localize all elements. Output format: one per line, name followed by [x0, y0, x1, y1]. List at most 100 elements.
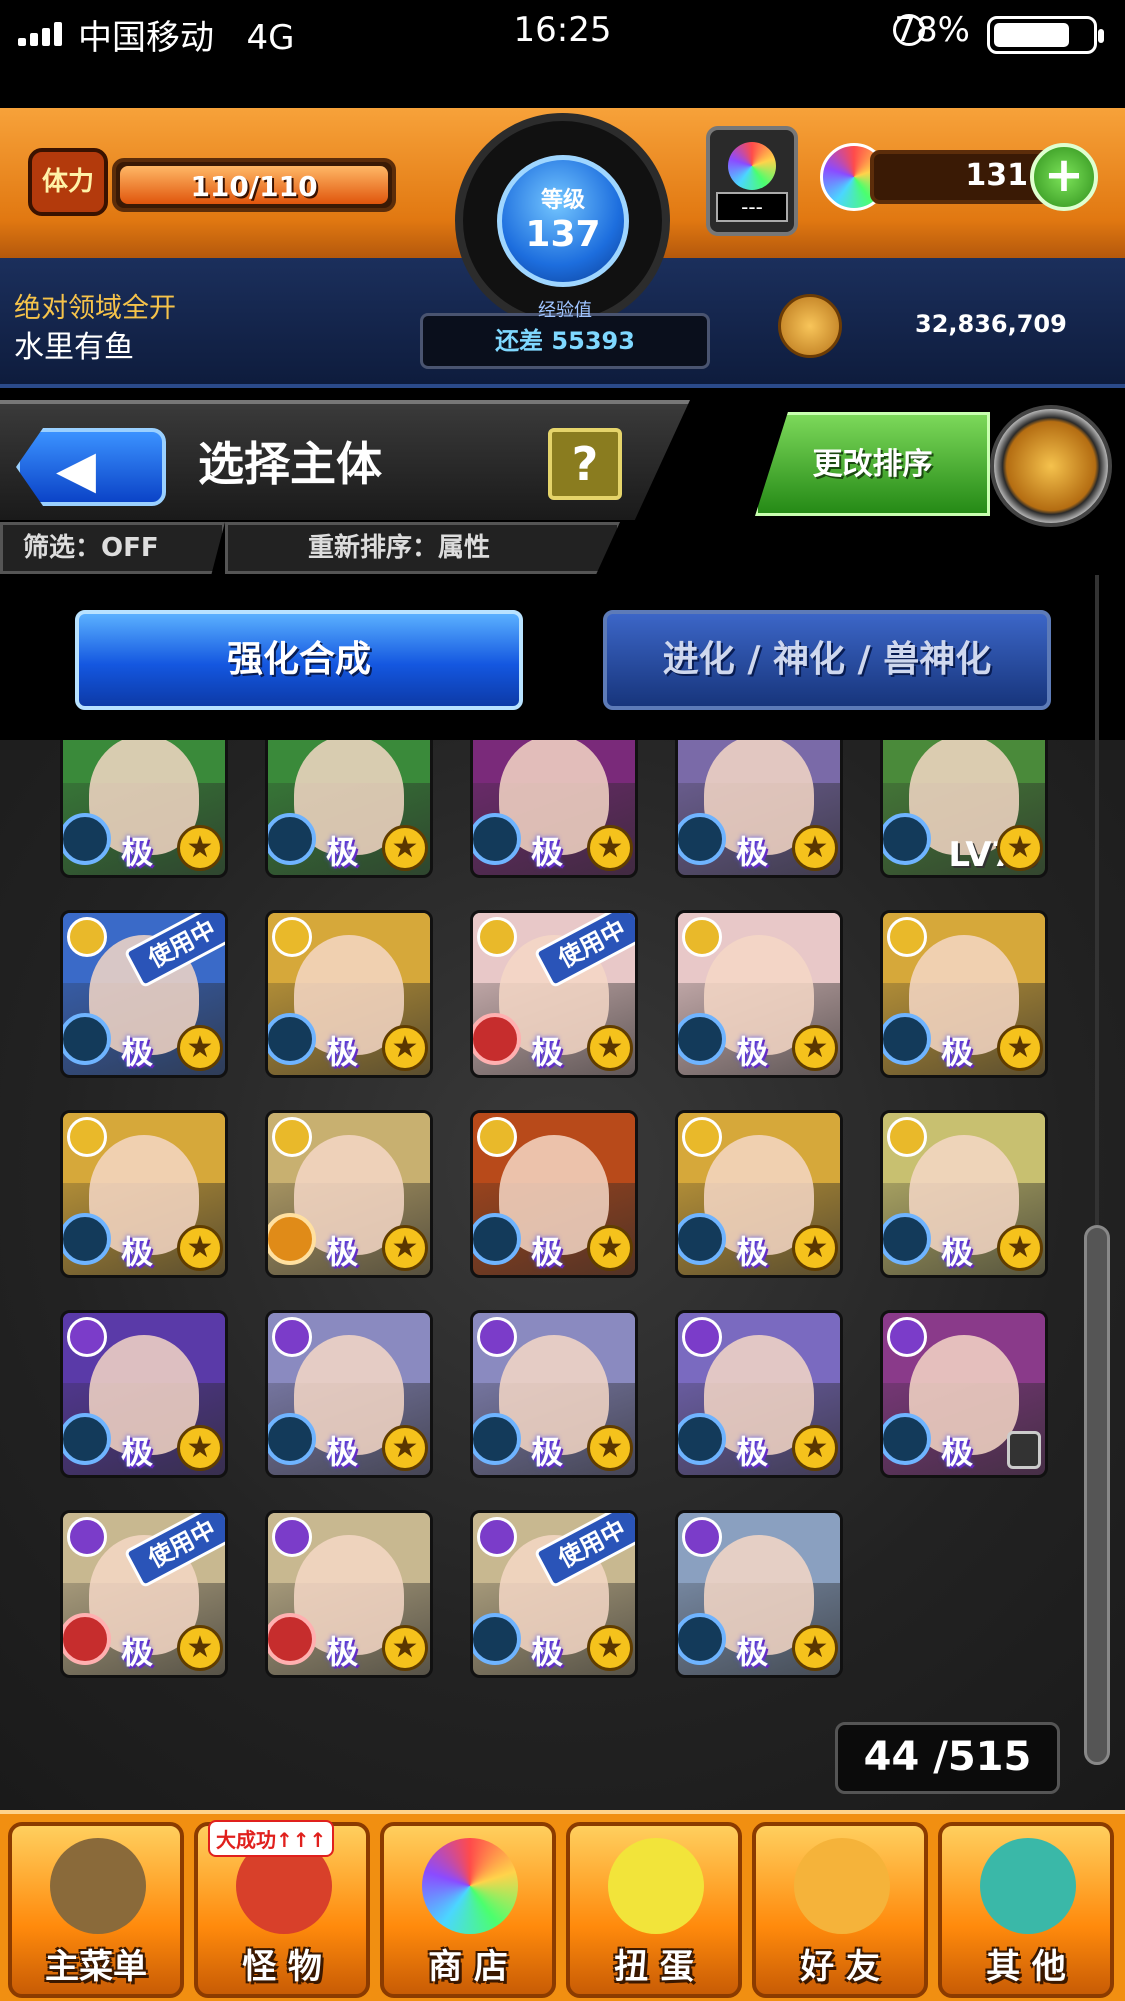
- dark-element-icon: [477, 1317, 517, 1357]
- max-level-label: 极: [531, 1233, 564, 1271]
- monster-card[interactable]: 极 ★: [265, 1110, 433, 1278]
- max-level-label: 极: [736, 1633, 769, 1671]
- exp-box: 经验值 还差 55393: [420, 300, 710, 369]
- sort-order-label[interactable]: 重新排序：属性: [225, 522, 620, 574]
- star-icon: ★: [997, 1025, 1043, 1071]
- max-level-label: 极: [941, 1233, 974, 1271]
- tab-evolution[interactable]: 进化 / 神化 / 兽神化: [603, 610, 1051, 710]
- luck-skill-icon: [678, 1413, 726, 1465]
- change-sort-button[interactable]: 更改排序: [755, 412, 990, 516]
- help-button[interactable]: ?: [548, 428, 622, 500]
- max-level-label: 极: [736, 1233, 769, 1271]
- monster-card[interactable]: 极 ★: [60, 740, 228, 878]
- tab-power-up[interactable]: 强化合成: [75, 610, 523, 710]
- game-header: 体力 110/110 等级 137 经验值 还差 55393 绝对领域全开 水里…: [0, 108, 1125, 388]
- luck-skill-icon: [63, 1613, 111, 1665]
- bottom-nav: 主菜单 怪 物 大成功↑↑↑ 商 店 扭 蛋 好 友 其 他: [0, 1810, 1125, 2001]
- monster-card[interactable]: 极 ★: [675, 1110, 843, 1278]
- monster-card[interactable]: 极 ★ 使用中: [470, 910, 638, 1078]
- status-bar: 中国移动 4G 16:25 78%: [0, 0, 1125, 108]
- luck-skill-icon: [678, 813, 726, 865]
- nav-gate[interactable]: 主菜单: [8, 1822, 184, 1998]
- star-icon: ★: [997, 1225, 1043, 1271]
- luck-skill-icon: [63, 813, 111, 865]
- nav-label: 主菜单: [45, 1947, 147, 1987]
- star-icon: ★: [177, 825, 223, 871]
- luck-skill-icon: [63, 1413, 111, 1465]
- max-level-label: 极: [326, 1433, 359, 1471]
- max-level-label: 极: [531, 833, 564, 871]
- orb-box-icon[interactable]: ---: [706, 126, 798, 236]
- star-icon: ★: [382, 1225, 428, 1271]
- monster-card[interactable]: 极 ★: [470, 1110, 638, 1278]
- dark-element-icon: [887, 1317, 927, 1357]
- star-icon: ★: [177, 1225, 223, 1271]
- friend-icon: [794, 1838, 890, 1934]
- max-level-label: 极: [121, 1433, 154, 1471]
- luck-skill-icon: [268, 1413, 316, 1465]
- star-icon: ★: [587, 1625, 633, 1671]
- star-icon: ★: [587, 1425, 633, 1471]
- nav-label: 怪 物: [242, 1947, 322, 1987]
- monster-card[interactable]: 极 ★: [470, 1310, 638, 1478]
- monster-card[interactable]: 极 ★ 使用中: [60, 1510, 228, 1678]
- star-icon: ★: [792, 1025, 838, 1071]
- stamina-icon: 体力: [28, 148, 108, 216]
- max-level-label: 极: [941, 1433, 974, 1471]
- monster-card[interactable]: LV70 ★: [880, 740, 1048, 878]
- gold-value: 32,836,709: [915, 310, 1067, 338]
- monster-card[interactable]: 极 ★: [675, 740, 843, 878]
- monster-card[interactable]: 极 ★: [675, 910, 843, 1078]
- battery-icon: [987, 16, 1104, 54]
- gate-icon: [50, 1838, 146, 1934]
- monster-card[interactable]: 极: [880, 1310, 1048, 1478]
- orb-icon: [422, 1838, 518, 1934]
- luck-skill-icon: [473, 813, 521, 865]
- nav-egg[interactable]: 扭 蛋: [566, 1822, 742, 1998]
- nav-monster[interactable]: 怪 物 大成功↑↑↑: [194, 1820, 370, 1998]
- monster-card[interactable]: 极 ★: [60, 1310, 228, 1478]
- monster-card[interactable]: 极 ★: [880, 1110, 1048, 1278]
- luck-skill-icon: [473, 1613, 521, 1665]
- battery-percent: 78%: [894, 10, 970, 50]
- star-icon: ★: [587, 1025, 633, 1071]
- player-name: 水里有鱼: [14, 330, 134, 365]
- luck-skill-icon: [268, 1213, 316, 1265]
- nav-friend[interactable]: 好 友: [752, 1822, 928, 1998]
- light-element-icon: [887, 917, 927, 957]
- luck-skill-icon: [678, 1213, 726, 1265]
- star-icon: ★: [382, 1425, 428, 1471]
- monster-card[interactable]: 极 ★: [265, 910, 433, 1078]
- monster-card[interactable]: 极 ★ 使用中: [470, 1510, 638, 1678]
- nav-label: 商 店: [428, 1947, 508, 1987]
- buy-orb-button[interactable]: +: [1030, 143, 1098, 211]
- filter-toggle[interactable]: 筛选：OFF: [0, 522, 225, 574]
- max-level-label: 极: [736, 833, 769, 871]
- nav-question[interactable]: 其 他: [938, 1822, 1114, 1998]
- monster-card[interactable]: 极 ★: [265, 1510, 433, 1678]
- monster-card[interactable]: 极 ★: [880, 910, 1048, 1078]
- scrollbar[interactable]: [1084, 1225, 1110, 1765]
- monster-card[interactable]: 极 ★: [675, 1510, 843, 1678]
- tab-bar: 强化合成 进化 / 神化 / 兽神化: [0, 590, 1125, 740]
- luck-skill-icon: [883, 1013, 931, 1065]
- nav-label: 其 他: [986, 1947, 1066, 1987]
- luck-skill-icon: [63, 1013, 111, 1065]
- monster-card[interactable]: 极 ★ 使用中: [60, 910, 228, 1078]
- luck-skill-icon: [473, 1013, 521, 1065]
- monster-card[interactable]: 极 ★: [265, 1310, 433, 1478]
- monster-card[interactable]: 极 ★: [60, 1110, 228, 1278]
- page-title: 选择主体: [198, 437, 382, 491]
- monster-card[interactable]: 极 ★: [675, 1310, 843, 1478]
- nav-label: 扭 蛋: [614, 1947, 694, 1987]
- monster-card[interactable]: 极 ★: [470, 740, 638, 878]
- luck-skill-icon: [883, 1413, 931, 1465]
- max-level-label: 极: [326, 1233, 359, 1271]
- sun-attribute-icon[interactable]: [990, 405, 1112, 527]
- light-element-icon: [67, 917, 107, 957]
- rank-value: 137: [525, 214, 601, 255]
- max-level-label: 极: [736, 1433, 769, 1471]
- monster-card[interactable]: 极 ★: [265, 740, 433, 878]
- nav-orb[interactable]: 商 店: [380, 1822, 556, 1998]
- back-button[interactable]: ◀: [16, 428, 166, 506]
